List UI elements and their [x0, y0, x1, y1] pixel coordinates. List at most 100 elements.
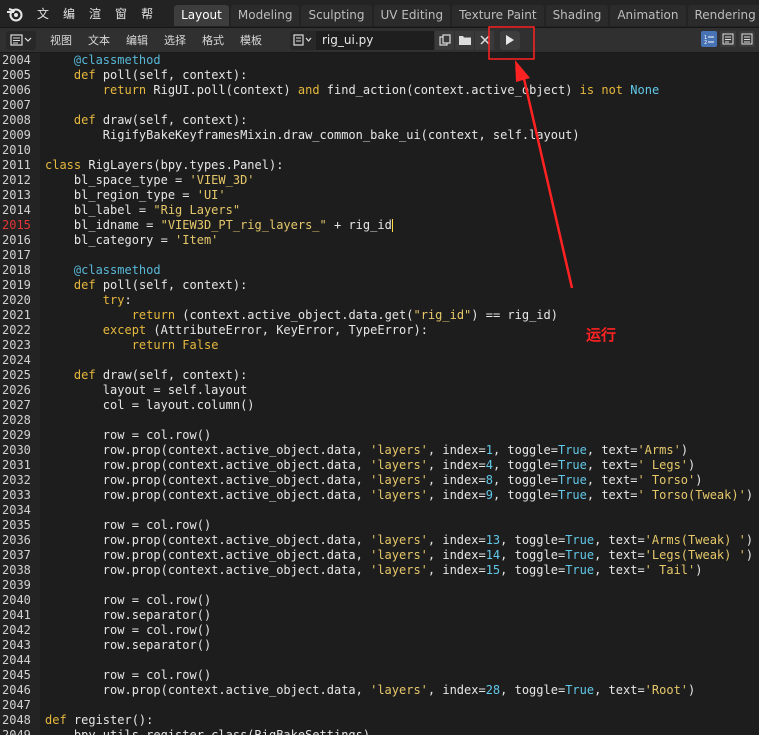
code-line[interactable]: 2039 — [0, 578, 759, 593]
tab-shading[interactable]: Shading — [545, 5, 609, 26]
code-line[interactable]: 2044 — [0, 653, 759, 668]
editor-menu-item-1[interactable]: 文本 — [80, 32, 118, 48]
code-line[interactable]: 2038 row.prop(context.active_object.data… — [0, 563, 759, 578]
code-line[interactable]: 2019 def poll(self, context): — [0, 278, 759, 293]
editor-menu-item-2[interactable]: 编辑 — [118, 32, 156, 48]
code-line[interactable]: 2040 row = col.row() — [0, 593, 759, 608]
code-line[interactable]: 2037 row.prop(context.active_object.data… — [0, 548, 759, 563]
code-text[interactable]: row = col.row() — [45, 668, 211, 683]
code-line[interactable]: 2030 row.prop(context.active_object.data… — [0, 443, 759, 458]
code-line[interactable]: 2034 — [0, 503, 759, 518]
code-line[interactable]: 2032 row.prop(context.active_object.data… — [0, 473, 759, 488]
menu-item-3[interactable]: 窗口 — [108, 0, 134, 49]
code-text[interactable]: row.prop(context.active_object.data, 'la… — [45, 443, 688, 458]
code-line[interactable]: 2048 def register(): — [0, 713, 759, 728]
code-text[interactable]: row = col.row() — [45, 593, 211, 608]
code-line[interactable]: 2012 bl_space_type = 'VIEW_3D' — [0, 173, 759, 188]
editor-menu-item-0[interactable]: 视图 — [42, 32, 80, 48]
code-line[interactable]: 2033 row.prop(context.active_object.data… — [0, 488, 759, 503]
code-text[interactable]: def poll(self, context): — [45, 68, 247, 83]
word-wrap-toggle[interactable] — [720, 31, 736, 47]
code-text[interactable]: layout = self.layout — [45, 383, 248, 398]
code-text[interactable]: bl_idname = "VIEW3D_PT_rig_layers_" + ri… — [45, 218, 393, 233]
code-line[interactable]: 2036 row.prop(context.active_object.data… — [0, 533, 759, 548]
code-line[interactable]: 2013 bl_region_type = 'UI' — [0, 188, 759, 203]
menu-item-0[interactable]: 文件 — [30, 0, 56, 49]
code-text[interactable]: class RigLayers(bpy.types.Panel): — [45, 158, 283, 173]
code-text[interactable]: row = col.row() — [45, 518, 211, 533]
run-script-button[interactable] — [500, 30, 520, 50]
code-line[interactable]: 2022 except (AttributeError, KeyError, T… — [0, 323, 759, 338]
code-line[interactable]: 2047 — [0, 698, 759, 713]
editor-menu-item-5[interactable]: 模板 — [232, 32, 270, 48]
menu-item-2[interactable]: 渲染 — [82, 0, 108, 49]
code-line[interactable]: 2005 def poll(self, context): — [0, 68, 759, 83]
code-line[interactable]: 2046 row.prop(context.active_object.data… — [0, 683, 759, 698]
code-text[interactable]: try: — [45, 293, 132, 308]
code-line[interactable]: 2011 class RigLayers(bpy.types.Panel): — [0, 158, 759, 173]
tab-modeling[interactable]: Modeling — [230, 5, 300, 26]
code-line[interactable]: 2009 RigifyBakeKeyframesMixin.draw_commo… — [0, 128, 759, 143]
code-line[interactable]: 2041 row.separator() — [0, 608, 759, 623]
code-line[interactable]: 2018 @classmethod — [0, 263, 759, 278]
code-line[interactable]: 2025 def draw(self, context): — [0, 368, 759, 383]
code-line[interactable]: 2042 row = col.row() — [0, 623, 759, 638]
line-numbers-toggle[interactable]: 1 2 — [701, 31, 717, 47]
duplicate-text-button[interactable] — [435, 30, 454, 50]
code-text[interactable]: bl_region_type = 'UI' — [45, 188, 226, 203]
tab-texture-paint[interactable]: Texture Paint — [452, 5, 544, 26]
menu-item-1[interactable]: 编辑 — [56, 0, 82, 49]
code-line[interactable]: 2010 — [0, 143, 759, 158]
code-text[interactable]: return RigUI.poll(context) and find_acti… — [45, 83, 659, 98]
code-line[interactable]: 2029 row = col.row() — [0, 428, 759, 443]
code-line[interactable]: 2045 row = col.row() — [0, 668, 759, 683]
code-line[interactable]: 2024 — [0, 353, 759, 368]
editor-menu-item-3[interactable]: 选择 — [156, 32, 194, 48]
code-line[interactable]: 2026 layout = self.layout — [0, 383, 759, 398]
tab-animation[interactable]: Animation — [610, 5, 686, 26]
code-line[interactable]: 2021 return (context.active_object.data.… — [0, 308, 759, 323]
tab-layout[interactable]: Layout — [174, 5, 229, 26]
code-line[interactable]: 2007 — [0, 98, 759, 113]
code-text[interactable]: except (AttributeError, KeyError, TypeEr… — [45, 323, 428, 338]
code-line[interactable]: 2043 row.separator() — [0, 638, 759, 653]
code-text[interactable]: bl_category = 'Item' — [45, 233, 219, 248]
code-line[interactable]: 2015 bl_idname = "VIEW3D_PT_rig_layers_"… — [0, 218, 759, 233]
code-text[interactable]: row.prop(context.active_object.data, 'la… — [45, 533, 753, 548]
code-line[interactable]: 2006 return RigUI.poll(context) and find… — [0, 83, 759, 98]
code-line[interactable]: 2017 — [0, 248, 759, 263]
code-text[interactable]: def poll(self, context): — [45, 278, 247, 293]
code-line[interactable]: 2023 return False — [0, 338, 759, 353]
syntax-highlight-toggle[interactable] — [739, 31, 755, 47]
menu-item-4[interactable]: 帮助 — [134, 0, 160, 49]
code-line[interactable]: 2020 try: — [0, 293, 759, 308]
unlink-text-button[interactable] — [475, 30, 494, 50]
code-text[interactable]: bpy.utils.register_class(RigBakeSettings… — [45, 728, 370, 735]
code-text[interactable]: row.prop(context.active_object.data, 'la… — [45, 548, 753, 563]
code-text[interactable]: row.separator() — [45, 638, 211, 653]
tab-sculpting[interactable]: Sculpting — [301, 5, 372, 26]
code-text[interactable]: row.prop(context.active_object.data, 'la… — [45, 683, 695, 698]
code-text[interactable]: row.prop(context.active_object.data, 'la… — [45, 458, 695, 473]
code-line[interactable]: 2035 row = col.row() — [0, 518, 759, 533]
editor-type-selector[interactable] — [6, 30, 36, 50]
code-text[interactable]: return False — [45, 338, 219, 353]
code-line[interactable]: 2049 bpy.utils.register_class(RigBakeSet… — [0, 728, 759, 735]
code-text[interactable]: @classmethod — [45, 53, 161, 68]
code-text[interactable]: def draw(self, context): — [45, 368, 247, 383]
code-line[interactable]: 2008 def draw(self, context): — [0, 113, 759, 128]
code-text[interactable]: bl_label = "Rig Layers" — [45, 203, 240, 218]
blender-logo-icon[interactable] — [6, 4, 24, 24]
code-text[interactable]: @classmethod — [45, 263, 161, 278]
text-browse-button[interactable] — [290, 30, 316, 50]
tab-rendering[interactable]: Rendering — [687, 5, 759, 26]
code-text[interactable]: def register(): — [45, 713, 153, 728]
code-text[interactable]: bl_space_type = 'VIEW_3D' — [45, 173, 255, 188]
code-line[interactable]: 2016 bl_category = 'Item' — [0, 233, 759, 248]
code-text[interactable]: return (context.active_object.data.get("… — [45, 308, 558, 323]
code-line[interactable]: 2031 row.prop(context.active_object.data… — [0, 458, 759, 473]
code-text[interactable]: RigifyBakeKeyframesMixin.draw_common_bak… — [45, 128, 580, 143]
code-editor[interactable]: 2004 @classmethod 2005 def poll(self, con… — [0, 53, 759, 735]
code-line[interactable]: 2014 bl_label = "Rig Layers" — [0, 203, 759, 218]
code-text[interactable]: row.prop(context.active_object.data, 'la… — [45, 563, 703, 578]
